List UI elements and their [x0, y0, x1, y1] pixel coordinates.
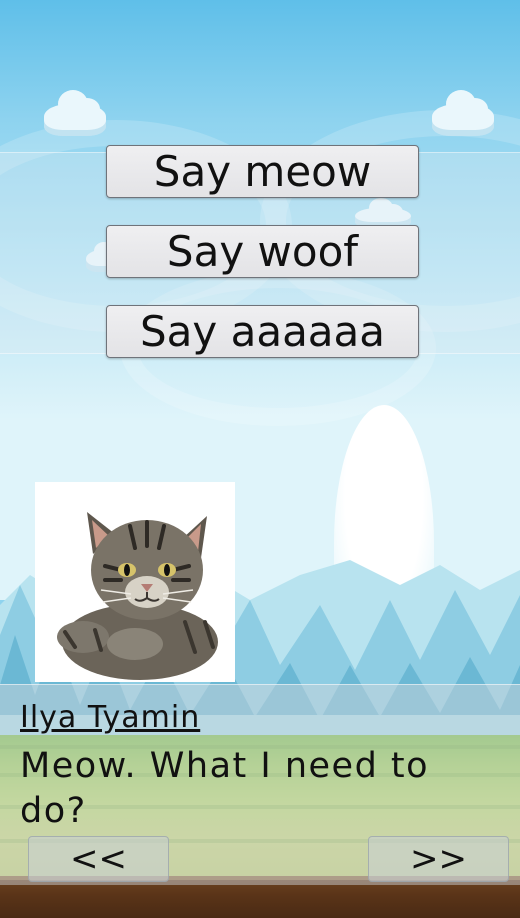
speaker-name: Ilya Tyamin	[20, 700, 201, 735]
cat-right-pupil	[164, 564, 170, 576]
cat-right-paw	[107, 628, 163, 660]
tabby-cat-icon	[57, 512, 218, 680]
dialog-text: Meow. What I need to do?	[20, 746, 430, 831]
say-meow-button[interactable]: Say meow	[106, 145, 419, 198]
dirt-ground	[0, 880, 520, 918]
previous-button[interactable]: <<	[28, 836, 169, 882]
character-portrait	[35, 482, 235, 682]
cloud	[44, 90, 106, 136]
say-aaaaaa-button[interactable]: Say aaaaaa	[106, 305, 419, 358]
cloud	[432, 90, 494, 136]
next-button[interactable]: >>	[368, 836, 509, 882]
cat-left-pupil	[124, 564, 130, 576]
say-woof-button[interactable]: Say woof	[106, 225, 419, 278]
